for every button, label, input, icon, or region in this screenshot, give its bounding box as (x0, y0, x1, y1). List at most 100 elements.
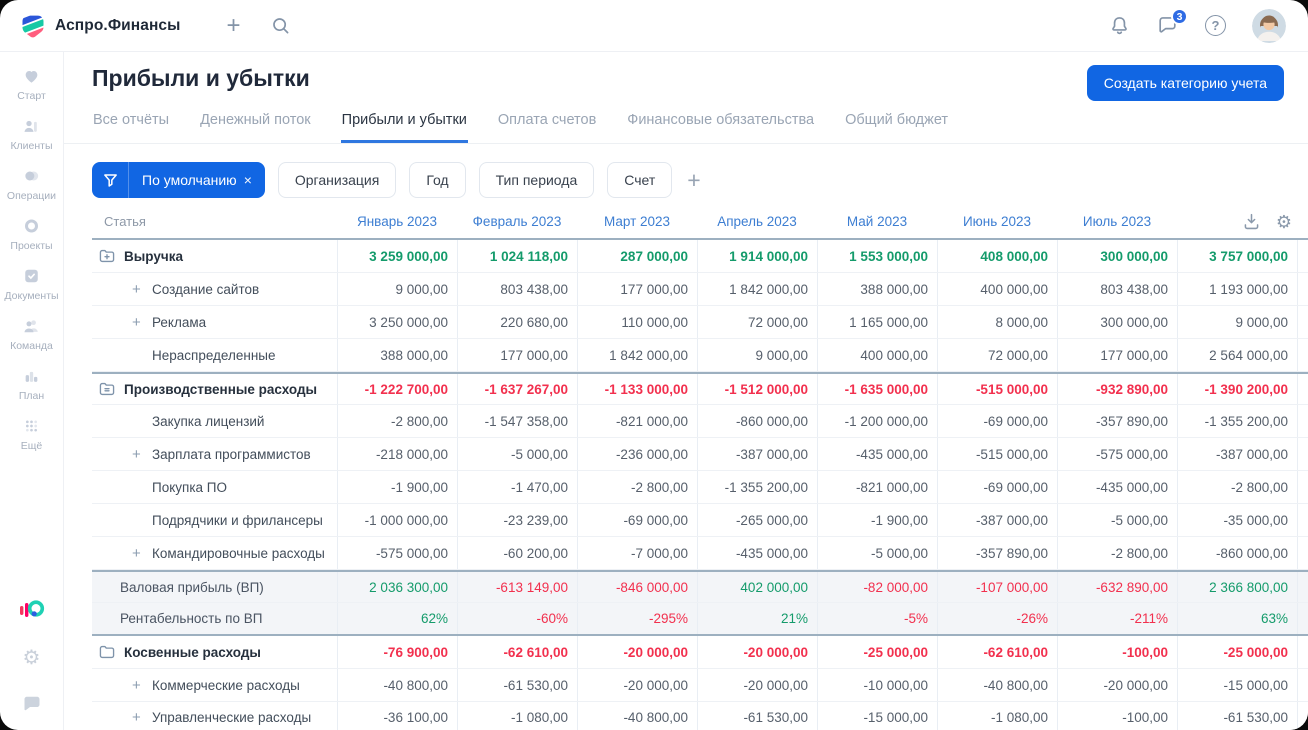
folder-plus-icon[interactable] (98, 247, 116, 265)
filter-chip-3[interactable]: Тип периода (478, 162, 595, 198)
row-label[interactable]: + Создание сайтов (92, 273, 337, 305)
table-cell: -40 800,00 (577, 702, 697, 730)
brand-name: Аспро.Финансы (55, 16, 181, 34)
table-cell: -575 000,00 (337, 537, 457, 569)
expand-icon[interactable]: + (132, 545, 144, 562)
row-label[interactable]: + Коммерческие расходы (92, 669, 337, 701)
create-category-button[interactable]: Создать категорию учета (1086, 65, 1284, 101)
column-header-month[interactable]: Июль 2023 (1057, 214, 1177, 229)
table-cell: -1 000 000,00 (337, 504, 457, 536)
app-window: Аспро.Финансы + 3 ? Старт Клиенты Операц… (0, 0, 1308, 730)
table-cell: -2 800,00 (1177, 471, 1297, 503)
tab-2[interactable]: Денежный поток (199, 110, 312, 143)
column-header-month[interactable]: Февраль 2023 (457, 214, 577, 229)
table-cell: -62 610,00 (457, 636, 577, 668)
default-filter-chip[interactable]: По умолчанию × (92, 162, 265, 198)
folder-minus-icon[interactable] (98, 380, 116, 398)
sidebar-item-label: Команда (10, 340, 53, 352)
tab-1[interactable]: Все отчёты (92, 110, 170, 143)
notifications-button[interactable] (1109, 15, 1130, 36)
sidebar-item-start[interactable]: Старт (4, 65, 58, 102)
table-cell: -1 080,00 (457, 702, 577, 730)
row-label[interactable]: Косвенные расходы (92, 636, 337, 668)
tab-5[interactable]: Финансовые обязательства (626, 110, 815, 143)
column-header-month[interactable]: Январь 2023 (337, 214, 457, 229)
filter-chip-1[interactable]: Организация (277, 162, 397, 198)
table-cell: -387 000,00 (937, 504, 1057, 536)
filter-chip-2[interactable]: Год (409, 162, 466, 198)
folder-icon[interactable] (98, 643, 116, 661)
messages-button[interactable]: 3 (1156, 8, 1188, 36)
table-row: Производственные расходы -1 222 700,00 -1… (92, 372, 1308, 405)
sidebar-item-operations[interactable]: Операции (4, 165, 58, 202)
table-cell: 1 553 000,00 (817, 240, 937, 272)
sidebar-item-projects[interactable]: Проекты (4, 215, 58, 252)
sidebar-item-plan[interactable]: План (4, 365, 58, 402)
brand[interactable]: Аспро.Финансы (20, 13, 180, 39)
tab-3[interactable]: Прибыли и убытки (340, 110, 468, 143)
table-cell: 2 366 800,00 (1177, 572, 1297, 602)
report-tabs: Все отчёты Денежный поток Прибыли и убытки… (64, 110, 1308, 144)
row-label: Покупка ПО (152, 479, 227, 495)
table-cell: -69 000,00 (937, 405, 1057, 437)
table-row: Рентабельность по ВП 62% -60% -295% 21% -5% -… (92, 603, 1308, 636)
table-cell: 177 000,00 (577, 273, 697, 305)
row-label[interactable]: + Реклама (92, 306, 337, 338)
row-label[interactable]: + Командировочные расходы (92, 537, 337, 569)
table-row: Выручка 3 259 000,00 1 024 118,00 287 000,… (92, 240, 1308, 273)
feedback-button[interactable] (21, 694, 43, 714)
expand-icon[interactable]: + (132, 446, 144, 463)
table-cell: -36 100,00 (337, 702, 457, 730)
top-bar: Аспро.Финансы + 3 ? (0, 0, 1308, 52)
table-cell: 220 680,00 (457, 306, 577, 338)
row-sliver (1297, 636, 1308, 668)
sidebar-item-team[interactable]: Команда (4, 315, 58, 352)
table-cell: -932 890,00 (1057, 374, 1177, 404)
sidebar-item-label: Старт (17, 90, 46, 102)
expand-icon[interactable]: + (132, 314, 144, 331)
table-cell: -860 000,00 (697, 405, 817, 437)
row-label[interactable]: Выручка (92, 240, 337, 272)
tab-4[interactable]: Оплата счетов (497, 110, 597, 143)
sidebar-item-documents[interactable]: Документы (4, 265, 59, 302)
help-button[interactable]: ? (1205, 15, 1226, 36)
user-avatar[interactable] (1252, 8, 1286, 43)
remove-filter-icon[interactable]: × (244, 172, 265, 188)
add-filter-button[interactable]: + (685, 168, 702, 192)
sidebar-item-more[interactable]: Ещё (4, 415, 58, 452)
table-row: Косвенные расходы -76 900,00 -62 610,00 -2… (92, 636, 1308, 669)
table-settings-gear-icon[interactable]: ⚙ (1276, 213, 1292, 231)
row-label[interactable]: Производственные расходы (92, 374, 337, 404)
product-logo-icon (19, 598, 45, 622)
row-label[interactable]: + Зарплата программистов (92, 438, 337, 470)
quick-add-button[interactable]: + (226, 11, 241, 39)
funnel-icon (92, 162, 129, 198)
table-cell: -20 000,00 (577, 636, 697, 668)
download-icon[interactable] (1242, 212, 1261, 231)
column-header-month[interactable]: Март 2023 (577, 214, 697, 229)
table-cell: -515 000,00 (937, 438, 1057, 470)
table-cell: 63% (1177, 603, 1297, 634)
plus-icon: + (226, 11, 241, 39)
table-cell: -69 000,00 (937, 471, 1057, 503)
tab-6[interactable]: Общий бюджет (844, 110, 949, 143)
table-row: Подрядчики и фрилансеры -1 000 000,00 -23… (92, 504, 1308, 537)
column-header-month[interactable]: Июнь 2023 (937, 214, 1057, 229)
expand-icon[interactable]: + (132, 281, 144, 298)
column-header-month[interactable]: Апрель 2023 (697, 214, 817, 229)
search-button[interactable] (271, 16, 291, 36)
filter-chip-4[interactable]: Счет (607, 162, 673, 198)
table-row: + Управленческие расходы -36 100,00 -1 08… (92, 702, 1308, 730)
table-cell: -15 000,00 (817, 702, 937, 730)
table-cell: -1 637 267,00 (457, 374, 577, 404)
team-icon (21, 315, 42, 337)
sidebar-item-clients[interactable]: Клиенты (4, 115, 58, 152)
expand-icon[interactable]: + (132, 677, 144, 694)
column-header-month[interactable]: Май 2023 (817, 214, 937, 229)
settings-button[interactable]: ⚙ (23, 648, 41, 668)
table-row: + Коммерческие расходы -40 800,00 -61 530… (92, 669, 1308, 702)
table-cell: -69 000,00 (577, 504, 697, 536)
expand-icon[interactable]: + (132, 709, 144, 726)
row-label[interactable]: + Управленческие расходы (92, 702, 337, 730)
table-cell: -1 200 000,00 (817, 405, 937, 437)
